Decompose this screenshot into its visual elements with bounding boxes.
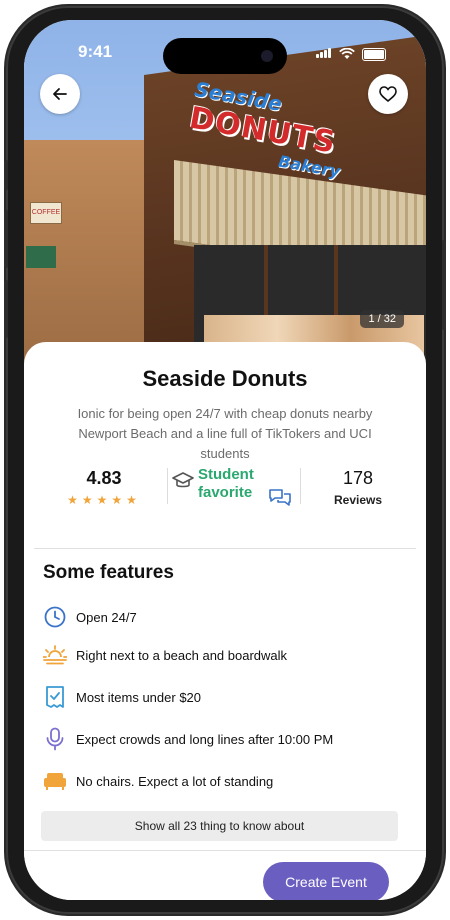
- chat-bubbles-icon: [269, 489, 291, 506]
- reviews-label: Reviews: [333, 493, 383, 507]
- stat-divider: [167, 468, 168, 504]
- feature-item: Open 24/7: [42, 604, 402, 630]
- feature-item: Expect crowds and long lines after 10:00…: [42, 726, 402, 752]
- photo-counter: 1 / 32: [360, 310, 404, 328]
- feature-label: Expect crowds and long lines after 10:00…: [76, 731, 334, 747]
- place-description: Ionic for being open 24/7 with cheap don…: [77, 406, 373, 461]
- section-divider: [34, 548, 416, 549]
- heart-icon: [379, 86, 397, 102]
- features-title: Some features: [43, 562, 174, 583]
- footer-divider: [24, 850, 426, 851]
- badge-line-1: Student: [198, 466, 254, 483]
- back-button[interactable]: [40, 74, 80, 114]
- favorite-button[interactable]: [368, 74, 408, 114]
- coffee-sign: COFFEE: [30, 202, 62, 224]
- star-icon: ★: [67, 493, 82, 507]
- volume-up-button: [4, 210, 8, 268]
- arrow-left-icon: [53, 88, 67, 100]
- microphone-icon: [42, 726, 68, 752]
- cellular-signal-icon: [316, 45, 332, 63]
- show-all-button[interactable]: Show all 23 thing to know about: [41, 811, 398, 841]
- stats-row: 4.83 ★★★★★ Student favorite 178 Reviews: [34, 460, 416, 526]
- green-sign: [26, 246, 56, 268]
- graduation-cap-icon: [172, 472, 194, 488]
- rating-value: 4.83: [86, 468, 122, 488]
- dynamic-island: [163, 38, 287, 74]
- star-icon: ★: [96, 493, 112, 507]
- student-favorite-badge[interactable]: Student favorite: [172, 466, 292, 510]
- badge-line-2: favorite: [198, 484, 253, 501]
- volume-down-button: [4, 280, 8, 338]
- feature-label: Right next to a beach and boardwalk: [76, 647, 288, 663]
- feature-label: Most items under $20: [76, 689, 202, 705]
- battery-icon: [362, 47, 386, 61]
- reviews-stat[interactable]: 178 Reviews: [302, 468, 414, 507]
- create-event-button[interactable]: Create Event: [263, 862, 389, 900]
- status-time: 9:41: [78, 42, 113, 61]
- front-camera: [261, 50, 273, 62]
- place-title: Seaside Donuts: [142, 366, 308, 391]
- stat-divider: [300, 468, 301, 504]
- status-icons: [316, 45, 386, 63]
- feature-label: No chairs. Expect a lot of standing: [76, 773, 274, 789]
- sofa-icon: [42, 768, 68, 794]
- feature-item: No chairs. Expect a lot of standing: [42, 768, 402, 794]
- mute-switch: [4, 160, 8, 190]
- power-button: [442, 240, 446, 330]
- clock-icon: [42, 604, 68, 630]
- star-icon: ★: [126, 493, 141, 507]
- rating-stat[interactable]: 4.83 ★★★★★: [54, 468, 154, 507]
- feature-item: Most items under $20: [42, 684, 402, 710]
- wifi-icon: [339, 48, 355, 59]
- star-icon: ★: [111, 493, 127, 507]
- screen: Seaside DONUTS Bakery COFFEE 1 / 32 9:41: [24, 20, 426, 900]
- star-rating: ★★★★★: [54, 493, 154, 507]
- reviews-count: 178: [342, 468, 374, 488]
- sunrise-icon: [42, 642, 68, 668]
- details-sheet: Seaside Donuts Ionic for being open 24/7…: [24, 342, 426, 900]
- badge-text: Student favorite: [198, 466, 254, 502]
- feature-item: Right next to a beach and boardwalk: [42, 642, 402, 668]
- feature-label: Open 24/7: [76, 609, 137, 625]
- receipt-icon: [42, 684, 68, 710]
- status-bar: 9:41: [24, 20, 426, 74]
- star-icon: ★: [81, 493, 97, 507]
